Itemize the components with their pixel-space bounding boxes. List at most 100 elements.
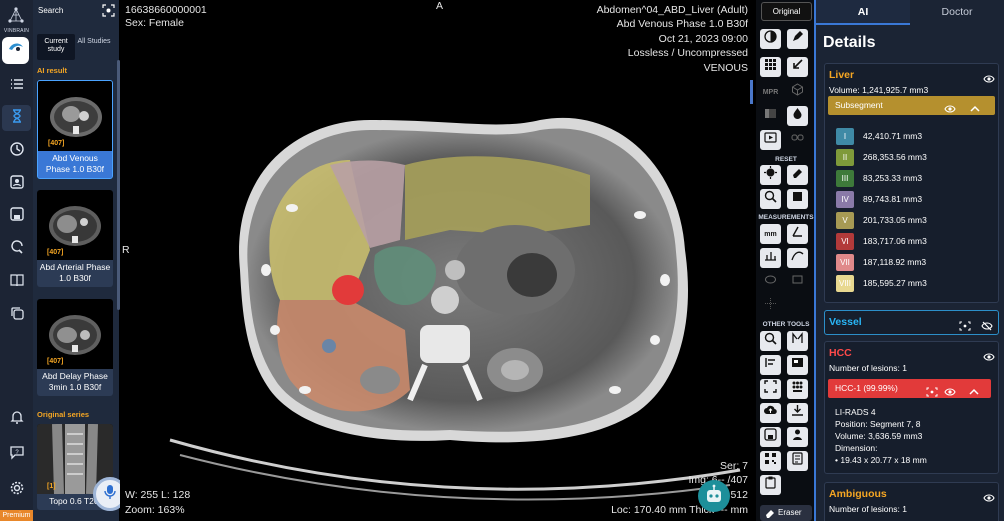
cine-button[interactable] [760,130,781,150]
curve-tool-button[interactable] [787,248,808,268]
segment-volume: 83,253.33 mm3 [863,173,923,183]
scan-icon[interactable] [102,4,115,17]
refresh-search-button[interactable] [2,236,31,262]
eye-icon[interactable] [983,71,995,83]
dicom-export-button[interactable] [787,403,808,423]
eraser-button[interactable]: Eraser [760,505,812,521]
mpr-button[interactable]: MPR [760,82,781,102]
reset-all-button[interactable] [787,189,808,209]
premium-badge: Premium [0,510,33,521]
rectangle-tool-button[interactable] [787,272,808,292]
overlay-button[interactable] [760,106,781,126]
square-icon [790,189,805,209]
arrow-button[interactable] [787,57,808,77]
series-thumbnail[interactable]: [407] Abd Delay Phase 3min 1.0 B30f [37,299,113,396]
apps-icon [790,379,805,399]
guide-button[interactable] [2,269,31,295]
window-preset-button[interactable] [787,355,808,375]
report-button[interactable] [787,451,808,471]
cobb-tool-button[interactable] [760,248,781,268]
segment-chip: IV [836,191,854,208]
notifications-button[interactable] [2,406,31,432]
subsegment-header[interactable]: Subsegment [828,96,995,115]
save-button[interactable] [2,203,31,229]
search-bar[interactable]: Search [33,0,119,22]
length-tool-button[interactable]: mm [760,224,781,244]
qr-button[interactable] [760,451,781,471]
curve-icon [790,248,805,268]
other-tools-section-label: OTHER TOOLS [762,321,810,328]
chevron-up-icon[interactable] [968,384,980,395]
window-level: W: 255 L: 128 [125,489,191,501]
hcc-card: HCC Number of lesions: 1 HCC-1 (99.99%) … [824,341,999,474]
series-thumbnail[interactable]: [407] Abd Arterial Phase 1.0 B30f [37,190,113,287]
ellipse-tool-button[interactable] [760,272,781,292]
segment-chip: VII [836,254,854,271]
compression-info: Lossless / Uncompressed [627,47,748,59]
invert-button[interactable] [760,29,781,49]
reset-annotation-button[interactable] [787,165,808,185]
upload-button[interactable] [760,403,781,423]
download-icon [790,403,805,423]
tab-current-study[interactable]: Current study [37,34,75,60]
study-datetime: Oct 21, 2023 09:00 [658,33,748,45]
focus-icon[interactable] [926,384,938,397]
details-title: Details [823,34,876,51]
share-user-button[interactable] [787,427,808,447]
eye-icon[interactable] [983,349,995,361]
eye-icon[interactable] [944,384,956,396]
save-image-button[interactable] [760,427,781,447]
help-button[interactable]: ? [2,441,31,467]
angle-tool-button[interactable] [787,224,808,244]
book-icon [9,272,25,293]
reset-window-button[interactable] [760,165,781,185]
hcc-lesion-header[interactable]: HCC-1 (99.99%) [828,379,991,398]
magnify-button[interactable] [760,331,781,351]
ellipse-icon [763,272,778,292]
worklist-button[interactable] [2,73,31,99]
refresh-search-icon [9,239,25,260]
settings-button[interactable] [2,477,31,503]
thumbnails-button[interactable] [787,379,808,399]
layout-button[interactable] [760,57,781,77]
home-button[interactable] [2,37,29,64]
zoom-icon [763,189,778,209]
help-chat-icon: ? [9,444,25,465]
original-button[interactable]: Original [761,2,812,21]
eye-icon[interactable] [983,490,995,502]
eye-icon[interactable] [944,101,956,113]
segment-chip: II [836,149,854,166]
brush-button[interactable] [787,29,808,49]
vessel-card[interactable]: Vessel [824,310,999,335]
hcc-lirads: LI-RADS 4 [835,407,876,417]
flip-button[interactable] [787,331,808,351]
measurements-section-label: MEASUREMENTS [758,214,814,221]
image-viewport[interactable]: 16638660000001 Sex: Female A R Abdomen^0… [120,0,756,521]
tab-ai[interactable]: AI [816,0,910,25]
tab-all-studies[interactable]: All Studies [75,34,113,60]
patient-button[interactable] [2,171,31,197]
focus-icon[interactable] [959,318,971,331]
vinbrain-logo [0,3,33,31]
segmentation-button[interactable] [787,106,808,126]
reset-zoom-button[interactable] [760,189,781,209]
ai-assistant-button[interactable] [698,480,730,512]
copy-button[interactable] [2,302,31,328]
tab-doctor[interactable]: Doctor [910,0,1004,25]
viewer-scrollbar[interactable] [750,80,753,104]
mpr-label: MPR [762,88,779,96]
chevron-up-icon[interactable] [969,101,981,112]
original-series-label: Original series [37,410,90,419]
study-tabs: Current study All Studies [37,34,113,60]
3d-button[interactable] [787,82,808,102]
history-button[interactable] [2,138,31,164]
series-thumbnail[interactable]: [407] Abd Venous Phase 1.0 B30f [37,80,113,179]
liver-volume: Volume: 1,241,925.7 mm3 [829,85,929,95]
fullscreen-button[interactable] [760,379,781,399]
clipboard-button[interactable] [760,475,781,495]
ai-results-button[interactable] [2,105,31,131]
align-button[interactable] [760,355,781,375]
crosshair-tool-button[interactable] [760,296,781,316]
link-button[interactable] [787,130,808,150]
eye-off-icon[interactable] [981,318,993,331]
